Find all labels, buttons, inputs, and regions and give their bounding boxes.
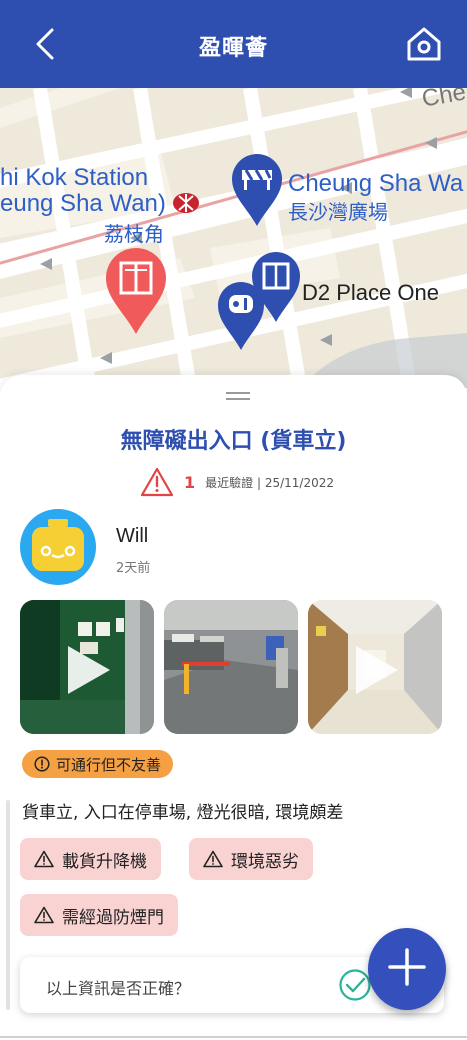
tag-label: 載貨升降機	[62, 851, 147, 872]
avatar-robot-icon	[32, 519, 84, 571]
place-title: 無障礙出入口 (貨車立)	[120, 429, 347, 454]
status-badge: 可通行但不友善	[22, 750, 174, 778]
drag-handle[interactable]	[226, 392, 250, 402]
tag-label: 環境惡劣	[231, 851, 299, 872]
page-title: 盈暉薈	[198, 36, 268, 61]
plus-icon	[388, 948, 426, 986]
app-root: 盈暉薈 hi Kok Station eung Sha Wan) 荔枝角 Che…	[0, 0, 467, 1040]
media-thumbnail-2[interactable]	[164, 600, 298, 734]
warning-triangle-icon	[140, 467, 174, 497]
add-button[interactable]	[368, 928, 446, 1010]
map-label-d2-place: D2 Place One	[302, 280, 439, 305]
user-name[interactable]: Will	[116, 525, 148, 548]
verification-meta: 1 最近驗證 | 25/11/2022	[140, 467, 334, 497]
confirm-question: 以上資訊是否正確？	[46, 979, 191, 998]
elevator-pin-icon	[106, 248, 166, 334]
media-thumbnail-3[interactable]	[308, 600, 442, 734]
barrier-pin-icon	[232, 154, 282, 226]
verified-date: 最近驗證 | 25/11/2022	[205, 475, 334, 490]
description-text: 貨車立, 入口在停車場, 燈光很暗, 環境頗差	[22, 803, 344, 823]
warning-triangle-icon	[203, 850, 223, 868]
carpark-thumbnail	[164, 600, 298, 734]
home-button[interactable]	[405, 24, 443, 64]
map-label-station-en: hi Kok Station	[0, 164, 149, 191]
play-icon	[68, 646, 110, 694]
map-label-plaza-en: Cheung Sha Wa	[288, 170, 464, 197]
warning-triangle-icon	[34, 906, 54, 924]
map-label-plaza-cn: 長沙灣廣場	[288, 200, 388, 224]
app-header: 盈暉薈	[0, 0, 467, 88]
post-time: 2天前	[116, 561, 151, 576]
map-pin-barrier[interactable]	[230, 152, 284, 232]
map-pin-toilet[interactable]	[216, 280, 266, 356]
tag-poor-environment[interactable]: 環境惡劣	[189, 838, 313, 880]
play-icon	[356, 646, 398, 694]
check-circle-icon	[339, 969, 371, 1001]
exclamation-circle-icon	[34, 756, 50, 772]
map-label-station-cn: 荔枝角	[104, 222, 164, 246]
map-label-station-en-2: eung Sha Wan)	[0, 190, 166, 217]
warning-count[interactable]: 1	[184, 473, 195, 492]
confirm-check-button[interactable]	[338, 968, 372, 1002]
tag-cargo-lift[interactable]: 載貨升降機	[20, 838, 161, 880]
map-pin-selected-elevator[interactable]	[104, 246, 168, 340]
bottom-divider	[0, 1036, 467, 1038]
home-icon	[407, 27, 441, 61]
map-view[interactable]: hi Kok Station eung Sha Wan) 荔枝角 Cheung …	[0, 88, 467, 388]
status-label: 可通行但不友善	[56, 755, 162, 774]
tag-label: 需經過防煙門	[62, 907, 164, 928]
warning-triangle-icon	[34, 850, 54, 868]
scroll-indicator[interactable]	[6, 800, 10, 1010]
toilet-pin-icon	[218, 282, 264, 350]
avatar[interactable]	[20, 509, 96, 585]
media-thumbnail-1[interactable]	[20, 600, 154, 734]
mtr-icon	[173, 193, 199, 213]
tag-smoke-door[interactable]: 需經過防煙門	[20, 894, 178, 936]
